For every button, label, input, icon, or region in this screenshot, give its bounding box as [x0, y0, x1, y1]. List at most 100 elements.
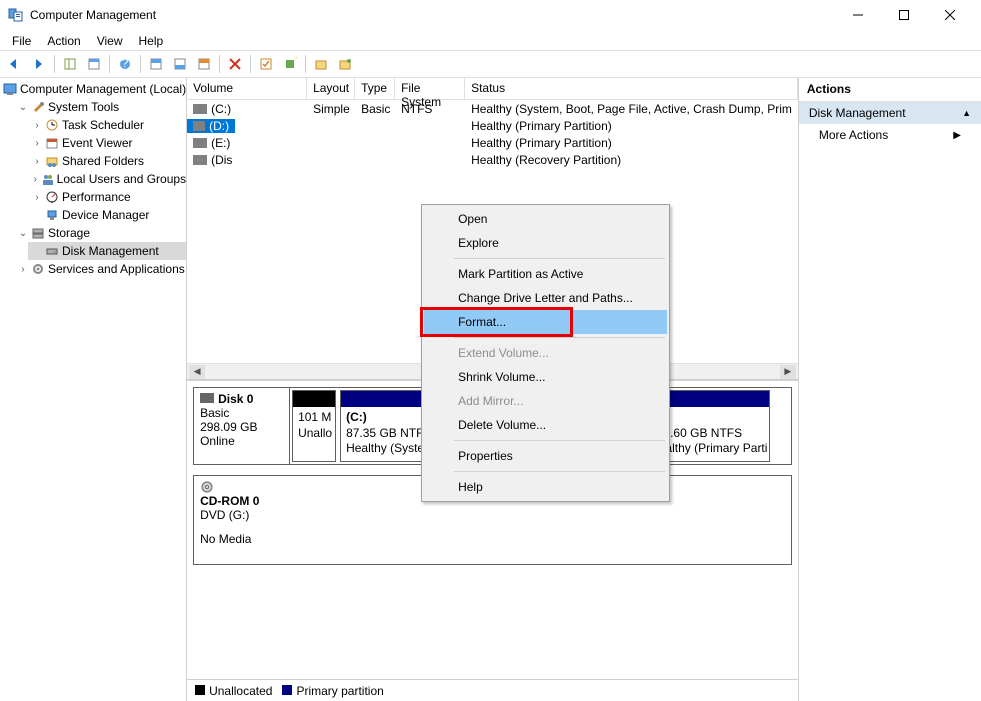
expand-icon[interactable]: › — [30, 156, 44, 167]
tree-task-scheduler[interactable]: › Task Scheduler — [28, 116, 186, 134]
help-button[interactable]: ? — [114, 53, 136, 75]
expand-icon[interactable]: › — [16, 264, 30, 275]
collapse-icon[interactable]: ⌄ — [16, 228, 30, 239]
vol-layout: Simple — [307, 102, 355, 116]
title-bar: Computer Management — [0, 0, 981, 30]
tree-storage[interactable]: ⌄ Storage — [14, 224, 186, 242]
col-status[interactable]: Status — [465, 78, 798, 100]
vol-name: (E:) — [211, 136, 230, 150]
col-type[interactable]: Type — [355, 78, 395, 100]
menu-view[interactable]: View — [89, 32, 131, 50]
ctx-delete[interactable]: Delete Volume... — [424, 413, 667, 437]
tools-icon — [30, 99, 46, 115]
delete-button[interactable] — [224, 53, 246, 75]
forward-button[interactable] — [28, 53, 50, 75]
storage-icon — [30, 225, 46, 241]
actions-selection[interactable]: Disk Management ▲ — [799, 102, 981, 124]
performance-icon — [44, 189, 60, 205]
collapse-icon[interactable]: ⌄ — [16, 102, 30, 113]
app-icon — [8, 7, 24, 23]
tree-shared-folders[interactable]: ›Shared Folders — [28, 152, 186, 170]
menu-action[interactable]: Action — [39, 32, 88, 50]
add-button[interactable]: ✦ — [279, 53, 301, 75]
part-label: (C:) — [346, 410, 367, 424]
tree-device-manager[interactable]: Device Manager — [28, 206, 186, 224]
settings-button[interactable] — [193, 53, 215, 75]
col-volume[interactable]: Volume — [187, 78, 307, 100]
vol-status: Healthy (System, Boot, Page File, Active… — [465, 102, 798, 116]
menu-help[interactable]: Help — [131, 32, 172, 50]
misc-button[interactable] — [334, 53, 356, 75]
disk-0-header[interactable]: Disk 0 Basic 298.09 GB Online — [194, 388, 290, 464]
partition-unallocated[interactable]: 101 MUnallo — [292, 390, 336, 462]
ctx-format[interactable]: Format... — [424, 310, 667, 334]
ctx-open[interactable]: Open — [424, 207, 667, 231]
check-button[interactable] — [255, 53, 277, 75]
maximize-button[interactable] — [881, 0, 927, 30]
event-viewer-label: Event Viewer — [62, 136, 132, 150]
ctx-properties[interactable]: Properties — [424, 444, 667, 468]
local-users-label: Local Users and Groups — [57, 172, 186, 186]
disk-state: Online — [200, 434, 283, 448]
col-fs[interactable]: File System — [395, 78, 465, 100]
tree-system-tools[interactable]: ⌄ System Tools — [14, 98, 186, 116]
part-status: Unallo — [298, 426, 330, 442]
clock-icon — [44, 117, 60, 133]
scroll-right-icon[interactable]: ▶ — [780, 365, 796, 379]
actions-sel-label: Disk Management — [809, 106, 906, 120]
table-row[interactable]: (C:) Simple Basic NTFS Healthy (System, … — [187, 100, 798, 117]
disk-icon — [44, 243, 60, 259]
ctx-mark-active[interactable]: Mark Partition as Active — [424, 262, 667, 286]
menu-file[interactable]: File — [4, 32, 39, 50]
chevron-right-icon: ▶ — [953, 130, 961, 141]
expand-icon[interactable]: › — [30, 138, 44, 149]
task-scheduler-label: Task Scheduler — [62, 118, 144, 132]
vol-fs: NTFS — [395, 102, 465, 116]
legend-primary-label: Primary partition — [296, 684, 383, 698]
action-more[interactable]: More Actions ▶ — [799, 124, 981, 146]
volume-icon — [193, 138, 207, 148]
vol-name: (C:) — [211, 102, 231, 116]
device-icon — [44, 207, 60, 223]
expand-icon[interactable]: › — [30, 120, 44, 131]
col-layout[interactable]: Layout — [307, 78, 355, 100]
disk-icon — [200, 393, 214, 403]
tree-local-users[interactable]: › Local Users and Groups — [28, 170, 186, 188]
tree-disk-management[interactable]: Disk Management — [28, 242, 186, 260]
vol-name: (D:) — [209, 119, 229, 133]
expand-icon[interactable]: › — [30, 192, 44, 203]
storage-label: Storage — [48, 226, 90, 240]
ctx-help[interactable]: Help — [424, 475, 667, 499]
tree-root[interactable]: Computer Management (Local) — [0, 80, 186, 98]
action-more-label: More Actions — [819, 128, 888, 142]
actions-header: Actions — [799, 78, 981, 102]
scroll-left-icon[interactable]: ◀ — [189, 365, 205, 379]
svg-text:✦: ✦ — [294, 57, 297, 65]
device-manager-label: Device Manager — [62, 208, 149, 222]
tree-services[interactable]: › Services and Applications — [14, 260, 186, 278]
disk-title: Disk 0 — [218, 392, 253, 406]
back-button[interactable] — [4, 53, 26, 75]
ctx-change-letter[interactable]: Change Drive Letter and Paths... — [424, 286, 667, 310]
close-button[interactable] — [927, 0, 973, 30]
cdrom-title: CD-ROM 0 — [200, 494, 259, 508]
view-bottom-button[interactable] — [169, 53, 191, 75]
table-row[interactable]: (E:) Healthy (Primary Partition) — [187, 134, 798, 151]
disk-type: Basic — [200, 406, 283, 420]
minimize-button[interactable] — [835, 0, 881, 30]
table-row[interactable]: (Dis Healthy (Recovery Partition) — [187, 151, 798, 168]
cdrom-type: DVD (G:) — [200, 508, 785, 522]
folder-share-icon — [44, 153, 60, 169]
tree-performance[interactable]: ›Performance — [28, 188, 186, 206]
view-top-button[interactable] — [145, 53, 167, 75]
volume-icon — [193, 121, 205, 131]
ctx-shrink[interactable]: Shrink Volume... — [424, 365, 667, 389]
properties-button[interactable] — [83, 53, 105, 75]
menu-bar: File Action View Help — [0, 30, 981, 50]
show-hide-tree-button[interactable] — [59, 53, 81, 75]
table-row[interactable]: (D:) Healthy (Primary Partition) — [187, 117, 798, 134]
tree-event-viewer[interactable]: › Event Viewer — [28, 134, 186, 152]
ctx-explore[interactable]: Explore — [424, 231, 667, 255]
explore-button[interactable] — [310, 53, 332, 75]
expand-icon[interactable]: › — [30, 174, 41, 185]
